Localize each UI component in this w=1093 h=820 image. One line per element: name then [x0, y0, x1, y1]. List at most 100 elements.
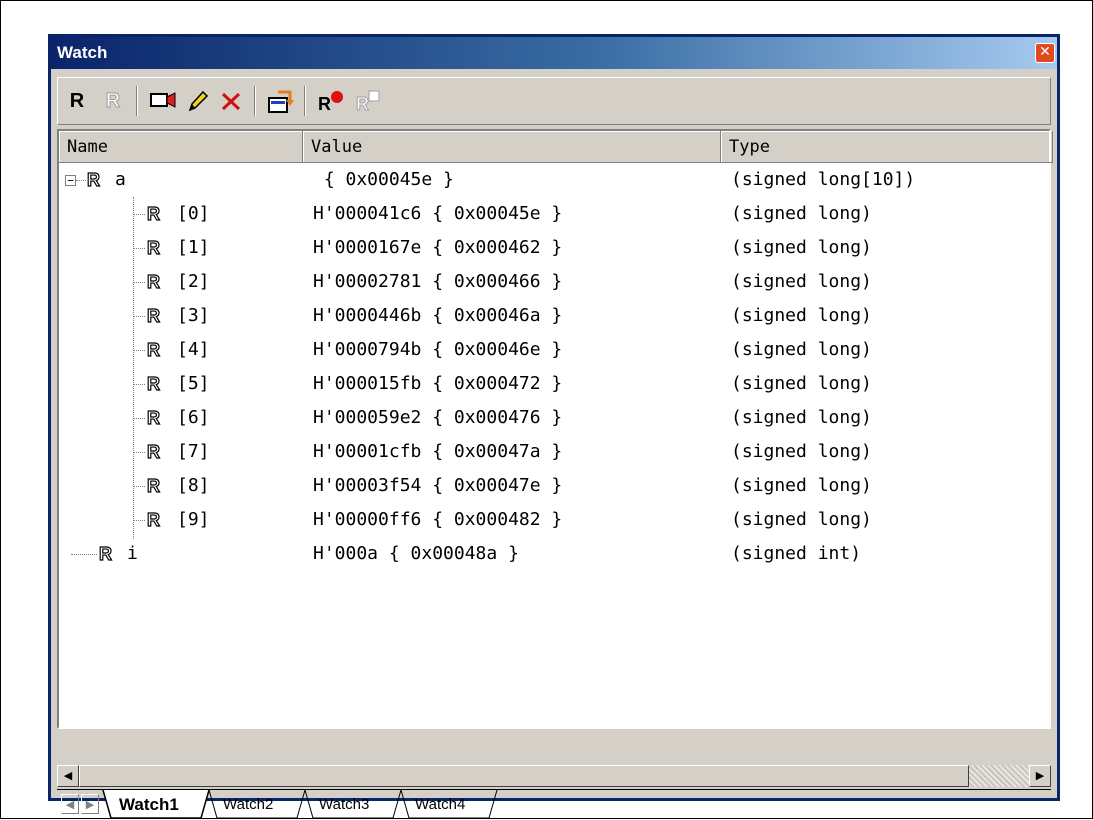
row-value: H'0000167e { 0x000462 } [313, 237, 563, 258]
table-row[interactable]: R [7] H'00001cfb { 0x00047a } (signed lo… [59, 435, 1049, 469]
tree-line [133, 520, 145, 521]
row-value: H'0000446b { 0x00046a } [313, 305, 563, 326]
tab-watch1[interactable]: Watch1 [109, 793, 189, 817]
row-type: (signed long) [731, 509, 872, 530]
register-icon: R [146, 238, 160, 258]
toolbar: R R R R [57, 77, 1051, 125]
row-value: H'000015fb { 0x000472 } [313, 373, 563, 394]
register-icon: R [86, 170, 100, 190]
scroll-track[interactable] [969, 765, 1029, 787]
table-row[interactable]: R [8] H'00003f54 { 0x00047e } (signed lo… [59, 469, 1049, 503]
register-icon: R [146, 374, 160, 394]
row-type: (signed long) [731, 475, 872, 496]
row-value: H'000041c6 { 0x00045e } [313, 203, 563, 224]
register-icon: R [146, 272, 160, 292]
tree-line [133, 452, 145, 453]
tree-line [133, 248, 145, 249]
register-icon: R [98, 544, 112, 564]
row-value: H'000059e2 { 0x000476 } [313, 407, 563, 428]
row-name: i [127, 543, 138, 564]
column-header-name[interactable]: Name [59, 131, 303, 163]
row-name: [8] [177, 475, 210, 496]
table-row[interactable]: R [4] H'0000794b { 0x00046e } (signed lo… [59, 333, 1049, 367]
tree-line [133, 282, 145, 283]
row-name: [5] [177, 373, 210, 394]
row-type: (signed long) [731, 407, 872, 428]
table-row[interactable]: R i H'000a { 0x00048a } (signed int) [59, 537, 1049, 571]
register-icon: R [146, 204, 160, 224]
delete-icon[interactable] [218, 88, 244, 114]
register-r-icon[interactable]: R [64, 88, 90, 114]
row-name: [4] [177, 339, 210, 360]
horizontal-scrollbar[interactable]: ◀ ▶ [57, 765, 1051, 787]
watch-list[interactable]: Name Value Type − R a { 0x00045e } (sign… [57, 129, 1053, 729]
client-area: R R R R Name Value Type − R a {0x00045e… [51, 69, 1057, 819]
row-name: [3] [177, 305, 210, 326]
row-type: (signed long[10]) [731, 169, 916, 190]
table-row[interactable]: R [1] H'0000167e { 0x000462 } (signed lo… [59, 231, 1049, 265]
tab-watch4[interactable]: Watch4 [405, 793, 475, 817]
row-type: (signed long) [731, 373, 872, 394]
table-row[interactable]: R [2] H'00002781 { 0x000466 } (signed lo… [59, 265, 1049, 299]
table-row[interactable]: R [5] H'000015fb { 0x000472 } (signed lo… [59, 367, 1049, 401]
row-name: [2] [177, 271, 210, 292]
breakpoint-icon[interactable]: R [316, 88, 346, 114]
register-icon: R [146, 476, 160, 496]
tab-watch2[interactable]: Watch2 [213, 793, 283, 817]
register-icon: R [146, 510, 160, 530]
tree-line [133, 316, 145, 317]
table-row[interactable]: − R a { 0x00045e } (signed long[10]) [59, 163, 1049, 197]
tree-line [71, 554, 97, 555]
close-button[interactable]: ✕ [1035, 43, 1055, 63]
row-value: { 0x00045e } [313, 169, 454, 190]
row-type: (signed int) [731, 543, 862, 564]
register-icon: R [146, 442, 160, 462]
register-icon: R [146, 340, 160, 360]
row-type: (signed long) [731, 271, 872, 292]
tree-line [133, 350, 145, 351]
column-header-type[interactable]: Type [721, 131, 1053, 163]
list-header: Name Value Type [59, 131, 1053, 163]
toolbar-separator [136, 86, 138, 116]
svg-text:R: R [356, 94, 369, 114]
table-row[interactable]: R [9] H'00000ff6 { 0x000482 } (signed lo… [59, 503, 1049, 537]
row-name: [1] [177, 237, 210, 258]
toolbar-separator [254, 86, 256, 116]
tree-line [76, 180, 86, 181]
window-title: Watch [57, 43, 108, 62]
row-name: [7] [177, 441, 210, 462]
table-row[interactable]: R [3] H'0000446b { 0x00046a } (signed lo… [59, 299, 1049, 333]
row-value: H'00003f54 { 0x00047e } [313, 475, 563, 496]
collapse-toggle[interactable]: − [65, 175, 76, 186]
scroll-thumb[interactable] [79, 765, 969, 787]
row-type: (signed long) [731, 305, 872, 326]
register-icon: R [146, 306, 160, 326]
row-name: a [115, 169, 126, 190]
tree-line [133, 486, 145, 487]
row-value: H'00000ff6 { 0x000482 } [313, 509, 563, 530]
scroll-right-arrow-icon[interactable]: ▶ [1029, 765, 1051, 787]
tree-line [133, 214, 145, 215]
toolbar-separator [304, 86, 306, 116]
edit-icon[interactable] [184, 88, 210, 114]
tab-scroll-right-icon[interactable]: ▶ [81, 794, 99, 814]
row-type: (signed long) [731, 441, 872, 462]
row-type: (signed long) [731, 339, 872, 360]
tab-watch3[interactable]: Watch3 [309, 793, 379, 817]
add-watch-icon[interactable] [148, 88, 178, 114]
tab-scroll-left-icon[interactable]: ◀ [61, 794, 79, 814]
scroll-left-arrow-icon[interactable]: ◀ [57, 765, 79, 787]
table-row[interactable]: R [0] H'000041c6 { 0x00045e } (signed lo… [59, 197, 1049, 231]
row-value: H'0000794b { 0x00046e } [313, 339, 563, 360]
row-value: H'000a { 0x00048a } [313, 543, 519, 564]
tab-bar: ◀ ▶ Watch1 Watch2 Watch3 Watch4 [57, 789, 1051, 819]
title-bar[interactable]: Watch ✕ [51, 37, 1057, 69]
row-value: H'00002781 { 0x000466 } [313, 271, 563, 292]
row-name: [0] [177, 203, 210, 224]
row-type: (signed long) [731, 237, 872, 258]
column-header-value[interactable]: Value [303, 131, 721, 163]
table-row[interactable]: R [6] H'000059e2 { 0x000476 } (signed lo… [59, 401, 1049, 435]
radix-disabled-icon: R [354, 88, 384, 115]
refresh-icon[interactable] [266, 88, 296, 114]
register-r-disabled-icon: R [105, 90, 121, 113]
